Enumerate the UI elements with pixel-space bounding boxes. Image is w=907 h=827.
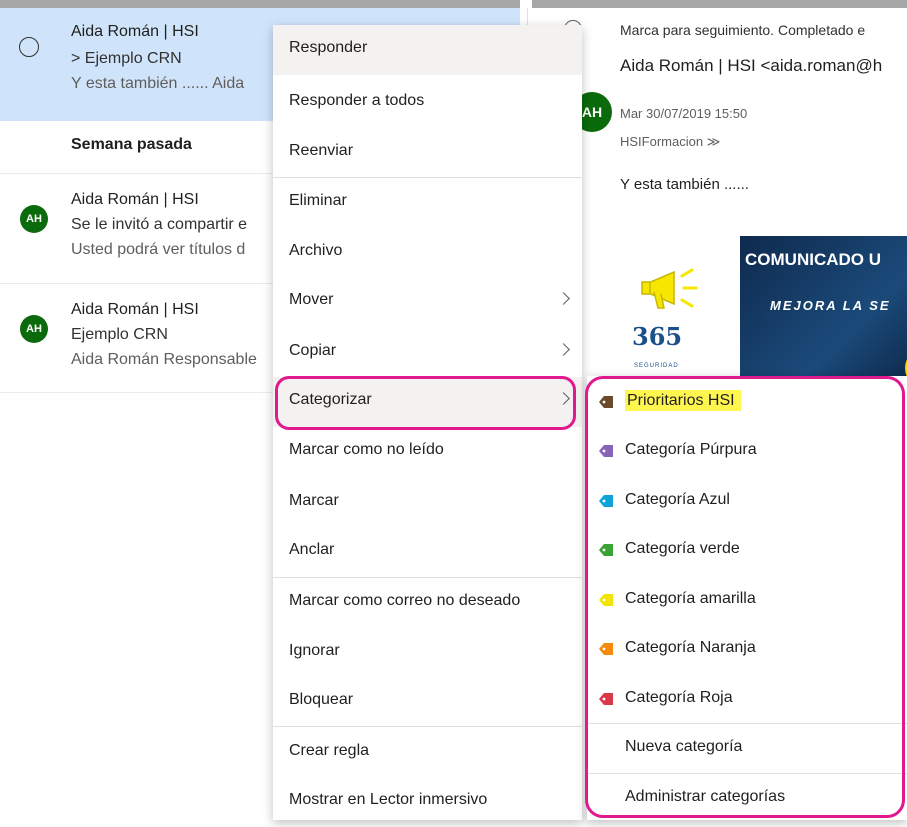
highlighter-mark: Prioritarios HSI bbox=[625, 390, 741, 411]
context-menu: Responder Responder a todos Reenviar Eli… bbox=[273, 25, 582, 820]
megaphone-icon bbox=[641, 268, 698, 309]
section-header: Semana pasada bbox=[71, 136, 192, 153]
newsletter-banner: 365 SEGURIDAD COMUNICADO U MEJORA LA SE bbox=[620, 236, 907, 376]
avatar: AH bbox=[20, 205, 48, 233]
category-tag-icon bbox=[599, 544, 613, 556]
category-tag-icon bbox=[599, 396, 613, 408]
menu-item-create-rule[interactable]: Crear regla bbox=[273, 728, 582, 778]
manage-categories-button[interactable]: Administrar categorías bbox=[587, 774, 907, 824]
menu-item-move[interactable]: Mover bbox=[273, 277, 582, 327]
follow-up-banner: Marca para seguimiento. Completado e bbox=[620, 22, 866, 38]
category-tag-icon bbox=[599, 643, 613, 655]
category-tag-icon bbox=[599, 495, 613, 507]
menu-item-ignore[interactable]: Ignorar bbox=[273, 628, 582, 678]
message-preview: Y esta también ...... Aida bbox=[71, 75, 245, 92]
category-prioritarios-hsi[interactable]: Prioritarios HSI bbox=[587, 378, 907, 428]
chevron-right-icon bbox=[557, 392, 570, 405]
message-sender: Aida Román | HSI bbox=[71, 191, 199, 208]
menu-item-archive[interactable]: Archivo bbox=[273, 228, 582, 278]
avatar: AH bbox=[20, 315, 48, 343]
menu-item-flag[interactable]: Marcar bbox=[273, 478, 582, 528]
menu-item-mark-junk[interactable]: Marcar como correo no deseado bbox=[273, 578, 582, 628]
category-roja[interactable]: Categoría Roja bbox=[587, 675, 907, 725]
message-subject: Se le invitó a compartir e bbox=[71, 216, 248, 233]
category-azul[interactable]: Categoría Azul bbox=[587, 477, 907, 527]
menu-item-categorize[interactable]: Categorizar bbox=[273, 377, 582, 427]
recipients[interactable]: HSIFormacion ≫ bbox=[620, 134, 720, 150]
chevron-right-icon bbox=[557, 343, 570, 356]
category-amarilla[interactable]: Categoría amarilla bbox=[587, 576, 907, 626]
menu-item-delete[interactable]: Eliminar bbox=[273, 178, 582, 228]
message-sender: Aida Román | HSI bbox=[71, 23, 199, 40]
message-preview: Aida Román Responsable bbox=[71, 351, 257, 368]
menu-item-block[interactable]: Bloquear bbox=[273, 677, 582, 727]
message-date: Mar 30/07/2019 15:50 bbox=[620, 106, 748, 121]
categories-submenu: Prioritarios HSI Categoría Púrpura Categ… bbox=[587, 376, 907, 820]
category-purpura[interactable]: Categoría Púrpura bbox=[587, 427, 907, 477]
menu-item-pin[interactable]: Anclar bbox=[273, 527, 582, 577]
menu-item-forward[interactable]: Reenviar bbox=[273, 128, 582, 178]
banner-subtitle: MEJORA LA SE bbox=[770, 298, 891, 313]
banner-title: COMUNICADO U bbox=[745, 250, 881, 269]
menu-item-reply[interactable]: Responder bbox=[273, 25, 582, 75]
menu-separator bbox=[273, 726, 582, 727]
top-bar bbox=[0, 0, 907, 8]
brand-logo: 365 bbox=[632, 322, 683, 351]
chevron-right-icon bbox=[557, 292, 570, 305]
message-sender: Aida Román | HSI bbox=[71, 301, 199, 318]
message-subject: Ejemplo CRN bbox=[71, 326, 168, 343]
message-subject: > Ejemplo CRN bbox=[71, 50, 182, 67]
menu-item-copy[interactable]: Copiar bbox=[273, 328, 582, 378]
category-tag-icon bbox=[599, 594, 613, 606]
select-radio[interactable] bbox=[19, 37, 39, 57]
top-bar-gap bbox=[520, 0, 532, 8]
message-preview: Usted podrá ver títulos d bbox=[71, 241, 246, 258]
message-body: Y esta también ...... bbox=[620, 176, 749, 193]
menu-item-mark-unread[interactable]: Marcar como no leído bbox=[273, 427, 582, 477]
category-naranja[interactable]: Categoría Naranja bbox=[587, 625, 907, 675]
new-category-button[interactable]: Nueva categoría bbox=[587, 724, 907, 774]
category-tag-icon bbox=[599, 693, 613, 705]
category-tag-icon bbox=[599, 445, 613, 457]
brand-logo-subtitle: SEGURIDAD bbox=[634, 363, 679, 369]
menu-item-reply-all[interactable]: Responder a todos bbox=[273, 78, 582, 128]
sender-address[interactable]: Aida Román | HSI <aida.roman@h bbox=[620, 56, 882, 76]
category-verde[interactable]: Categoría verde bbox=[587, 526, 907, 576]
